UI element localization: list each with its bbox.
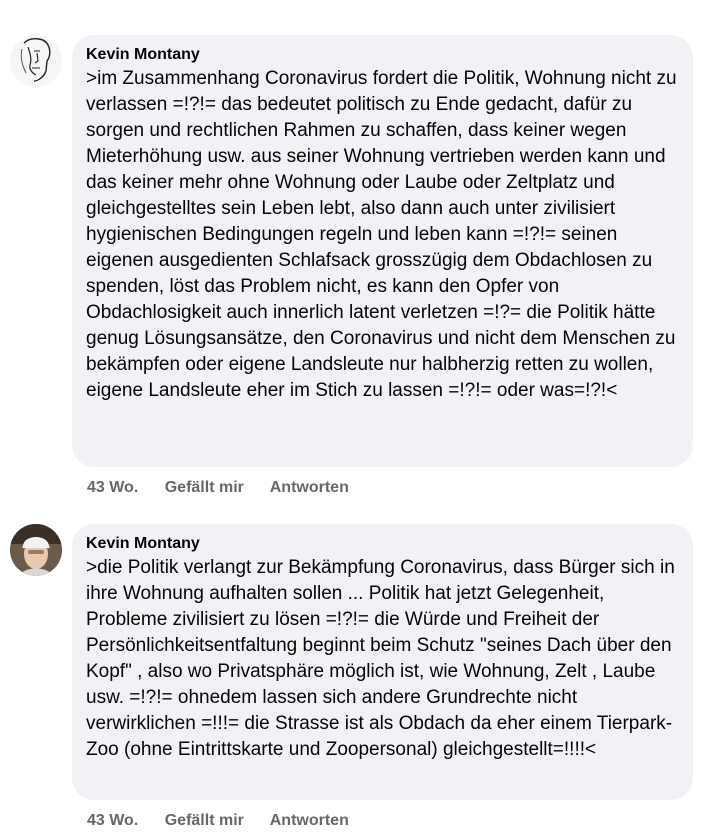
comment-actions: 43 Wo. Gefällt mir Antworten	[87, 478, 371, 498]
sketch-face-avatar-icon	[10, 35, 62, 87]
comment-author[interactable]: Kevin Montany	[86, 44, 679, 66]
comment-bubble: Kevin Montany >im Zusammenhang Coronavir…	[72, 35, 693, 467]
like-button[interactable]: Gefällt mir	[165, 479, 244, 496]
comment-text: >im Zusammenhang Coronavirus fordert die…	[86, 68, 677, 401]
reply-button[interactable]: Antworten	[270, 812, 349, 829]
comment-actions: 43 Wo. Gefällt mir Antworten	[87, 811, 371, 831]
comment-timestamp[interactable]: 43 Wo.	[87, 479, 138, 496]
comment-bubble: Kevin Montany >die Politik verlangt zur …	[72, 524, 693, 800]
like-button[interactable]: Gefällt mir	[165, 812, 244, 829]
comment-timestamp[interactable]: 43 Wo.	[87, 812, 138, 829]
photo-avatar-icon	[10, 524, 62, 576]
comment-author[interactable]: Kevin Montany	[86, 533, 679, 555]
author-avatar[interactable]	[10, 35, 62, 87]
reply-button[interactable]: Antworten	[270, 479, 349, 496]
author-avatar[interactable]	[10, 524, 62, 576]
comment-text: >die Politik verlangt zur Bekämpfung Cor…	[86, 557, 675, 760]
